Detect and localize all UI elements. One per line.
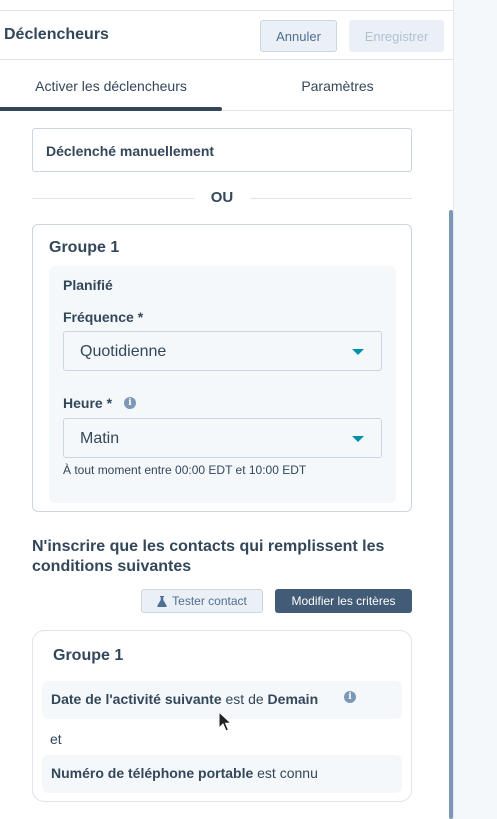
top-strip bbox=[0, 0, 453, 11]
manual-trigger-card[interactable]: Déclenché manuellement bbox=[32, 128, 412, 172]
schedule-section-label: Planifié bbox=[63, 277, 113, 293]
criteria-operator: est connu bbox=[257, 765, 318, 781]
chevron-down-icon bbox=[352, 436, 364, 442]
divider-right bbox=[250, 198, 412, 199]
edit-criteria-button[interactable]: Modifier les critères bbox=[275, 589, 412, 613]
frequency-select[interactable]: Quotidienne bbox=[63, 331, 382, 371]
criteria-property: Date de l'activité suivante bbox=[51, 691, 222, 707]
criteria-property: Numéro de téléphone portable bbox=[51, 765, 254, 781]
time-hint: À tout moment entre 00:00 EDT et 10:00 E… bbox=[63, 463, 307, 477]
or-label: OU bbox=[210, 189, 234, 206]
time-value: Matin bbox=[80, 430, 120, 447]
schedule-group-title: Groupe 1 bbox=[49, 239, 120, 256]
panel-header: Déclencheurs Annuler Enregistrer bbox=[0, 12, 453, 60]
active-tab-indicator bbox=[0, 107, 222, 111]
or-separator: OU bbox=[32, 187, 412, 209]
criteria-value: Demain bbox=[267, 691, 319, 707]
frequency-label: Fréquence * bbox=[63, 309, 144, 325]
panel-title: Déclencheurs bbox=[4, 26, 109, 43]
frequency-value: Quotidienne bbox=[80, 343, 167, 360]
and-joiner: et bbox=[50, 731, 62, 747]
tab-activate-triggers[interactable]: Activer les déclencheurs bbox=[0, 61, 222, 111]
chevron-down-icon bbox=[352, 349, 364, 355]
info-icon[interactable]: i bbox=[124, 397, 136, 409]
test-contact-button[interactable]: Tester contact bbox=[141, 589, 263, 613]
divider-left bbox=[32, 198, 194, 199]
cancel-button[interactable]: Annuler bbox=[260, 20, 337, 52]
enrollment-title: N'inscrire que les contacts qui rempliss… bbox=[32, 538, 385, 575]
criteria-operator: est de bbox=[225, 691, 268, 707]
tab-settings[interactable]: Paramètres bbox=[222, 61, 453, 111]
save-button[interactable]: Enregistrer bbox=[349, 20, 444, 52]
test-contact-label: Tester contact bbox=[172, 594, 247, 608]
info-icon[interactable]: i bbox=[344, 691, 356, 703]
time-label: Heure * bbox=[63, 395, 113, 411]
scrollbar-thumb[interactable] bbox=[449, 210, 453, 819]
mouse-cursor-icon bbox=[218, 711, 232, 732]
criteria-row[interactable]: Numéro de téléphone portable est connu bbox=[42, 755, 402, 793]
right-gutter bbox=[453, 0, 497, 819]
schedule-group-card: Groupe 1 Planifié Fréquence * Quotidienn… bbox=[32, 224, 412, 512]
criteria-group-title: Groupe 1 bbox=[53, 647, 124, 664]
time-select[interactable]: Matin bbox=[63, 418, 382, 458]
tab-bar: Activer les déclencheurs Paramètres bbox=[0, 61, 453, 111]
flask-icon bbox=[157, 595, 167, 607]
schedule-panel: Planifié Fréquence * Quotidienne Heure *… bbox=[49, 266, 396, 503]
